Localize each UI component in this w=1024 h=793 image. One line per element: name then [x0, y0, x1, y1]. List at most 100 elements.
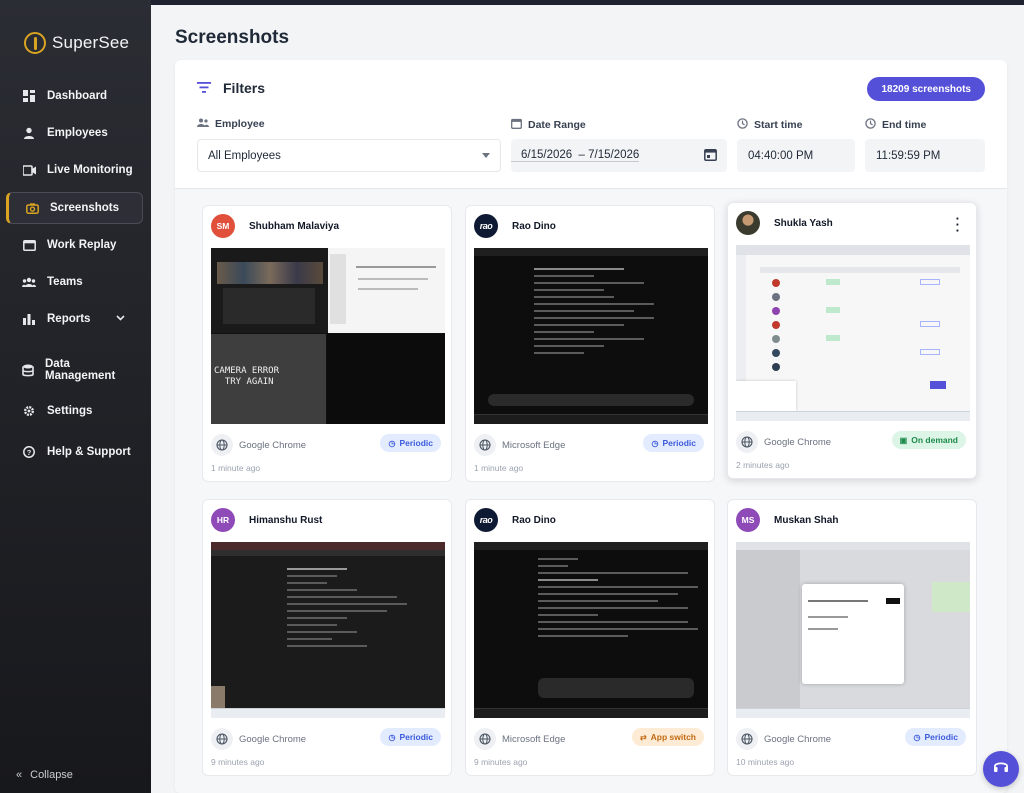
- camera-error-text: CAMERA ERROR TRY AGAIN: [214, 366, 280, 387]
- card-header: SM Shubham Malaviya: [211, 214, 339, 238]
- sidebar-item-teams[interactable]: Teams: [6, 266, 143, 298]
- screenshot-card[interactable]: SM Shubham Malaviya CAMERA ERROR TRY AGA…: [202, 205, 452, 482]
- help-icon: ?: [22, 445, 36, 459]
- collapse-label: Collapse: [30, 769, 73, 781]
- end-time-value: 11:59:59 PM: [876, 149, 941, 162]
- sidebar-item-dashboard[interactable]: Dashboard: [6, 80, 143, 112]
- brand-name: SuperSee: [52, 33, 130, 52]
- capture-type-badge: ▣ On demand: [891, 431, 966, 449]
- screenshot-thumbnail[interactable]: [736, 245, 970, 421]
- sidebar-item-label: Settings: [47, 405, 93, 417]
- avatar: rao: [474, 214, 498, 238]
- headset-icon: [993, 759, 1009, 780]
- swap-icon: ⇄: [639, 732, 647, 742]
- globe-icon: [474, 728, 496, 750]
- screenshot-thumbnail[interactable]: [474, 248, 708, 424]
- calendar-icon[interactable]: [704, 148, 717, 164]
- date-range-label: Date Range: [511, 118, 586, 132]
- browser-name: Google Chrome: [239, 440, 307, 451]
- avatar: rao: [474, 508, 498, 532]
- sidebar-item-data-management[interactable]: Data Management: [6, 350, 116, 390]
- filter-icon: [197, 80, 211, 96]
- capture-type-badge: ⇄ App switch: [631, 728, 704, 746]
- screenshot-card[interactable]: HR Himanshu Rust Google Chrome ◷ Periodic…: [202, 499, 452, 776]
- sidebar-item-settings[interactable]: Settings: [6, 395, 143, 427]
- brand-logo-icon: [24, 32, 46, 54]
- capture-type-label: Periodic: [399, 438, 433, 448]
- globe-icon: [211, 434, 233, 456]
- start-label-text: Start time: [754, 119, 803, 131]
- whiteboard-pane: [328, 248, 445, 333]
- sidebar-item-label: Employees: [47, 127, 108, 139]
- sidebar-item-work-replay[interactable]: Work Replay: [6, 229, 143, 261]
- screenshot-thumbnail[interactable]: [211, 542, 445, 718]
- screenshot-thumbnail[interactable]: [474, 542, 708, 718]
- bar-chart-icon: [22, 312, 36, 326]
- end-time-input[interactable]: 11:59:59 PM: [865, 139, 985, 172]
- timestamp: 9 minutes ago: [474, 757, 528, 767]
- capture-type-label: Periodic: [924, 732, 958, 742]
- database-icon: [22, 363, 34, 377]
- employee-name: Muskan Shah: [774, 514, 839, 526]
- employee-name: Shubham Malaviya: [249, 220, 340, 232]
- sidebar-item-label: Teams: [47, 276, 83, 288]
- more-options-icon[interactable]: · · ·: [956, 212, 960, 237]
- sidebar-item-screenshots[interactable]: Screenshots: [6, 192, 143, 224]
- camera-icon: ▣: [899, 435, 908, 445]
- sidebar-item-label: Dashboard: [47, 90, 108, 102]
- screenshot-card[interactable]: rao Rao Dino Microsoft Edge ⇄ App switch …: [465, 499, 715, 776]
- avatar: SM: [211, 214, 235, 238]
- calendar-icon: [511, 118, 522, 132]
- card-header: HR Himanshu Rust: [211, 508, 322, 532]
- screenshots-panel: Filters 18209 screenshots Employee All E…: [175, 60, 1007, 793]
- sidebar-item-label: Screenshots: [50, 202, 120, 214]
- screenshot-card[interactable]: MS Muskan Shah Google Chrome ◷ Periodic 1…: [727, 499, 977, 776]
- sidebar-item-label: Live Monitoring: [47, 164, 133, 176]
- employee-name: Rao Dino: [512, 220, 556, 232]
- double-chevron-left-icon: «: [16, 769, 23, 781]
- chevron-down-icon: [116, 312, 125, 324]
- sidebar-item-employees[interactable]: Employees: [6, 117, 143, 149]
- gear-icon: [22, 404, 36, 418]
- screenshot-card[interactable]: rao Rao Dino Microsoft Edge ◷ Periodic 1 …: [465, 205, 715, 482]
- timestamp: 2 minutes ago: [736, 460, 790, 470]
- sidebar-item-label: Data Management: [45, 358, 116, 382]
- screenshot-card[interactable]: Shukla Yash · · · Google Chrome ▣ On dem…: [727, 202, 977, 479]
- start-time-value: 04:40:00 PM: [748, 149, 814, 162]
- sidebar: SuperSee Dashboard Employees Live Monito…: [0, 0, 151, 793]
- page-title: Screenshots: [175, 27, 290, 48]
- employee-name: Rao Dino: [512, 514, 556, 526]
- card-header: MS Muskan Shah: [736, 508, 838, 532]
- capture-type-label: Periodic: [399, 732, 433, 742]
- sidebar-item-live-monitoring[interactable]: Live Monitoring: [6, 154, 143, 186]
- timestamp: 9 minutes ago: [211, 757, 265, 767]
- browser-name: Google Chrome: [764, 734, 832, 745]
- employee-select[interactable]: All Employees: [197, 139, 501, 172]
- svg-text:?: ?: [27, 448, 32, 457]
- screenshot-thumbnail[interactable]: CAMERA ERROR TRY AGAIN: [211, 248, 445, 424]
- browser-name: Microsoft Edge: [502, 440, 566, 451]
- video-tile: [223, 288, 315, 324]
- start-time-input[interactable]: 04:40:00 PM: [737, 139, 855, 172]
- timestamp: 10 minutes ago: [736, 757, 795, 767]
- blank-pane: [327, 334, 445, 424]
- avatar: [736, 211, 760, 235]
- camera-error-pane: CAMERA ERROR TRY AGAIN: [211, 334, 326, 424]
- collapse-button[interactable]: « Collapse: [16, 769, 73, 781]
- support-chat-button[interactable]: [983, 751, 1019, 787]
- screenshot-grid: SM Shubham Malaviya CAMERA ERROR TRY AGA…: [175, 189, 1007, 793]
- brand[interactable]: SuperSee: [24, 32, 129, 54]
- screenshot-thumbnail[interactable]: [736, 542, 970, 718]
- end-label-text: End time: [882, 119, 927, 131]
- sidebar-item-help-support[interactable]: ? Help & Support: [6, 436, 143, 468]
- video-call-pane: [211, 248, 328, 333]
- clock-icon: [737, 118, 748, 132]
- capture-type-badge: ◷ Periodic: [905, 728, 966, 746]
- globe-icon: [211, 728, 233, 750]
- date-range-input[interactable]: 6/15/2026 – 7/15/2026: [511, 139, 727, 172]
- sidebar-item-reports[interactable]: Reports: [6, 303, 143, 335]
- avatar: HR: [211, 508, 235, 532]
- capture-type-label: Periodic: [662, 438, 696, 448]
- browser-name: Google Chrome: [764, 437, 832, 448]
- screenshot-count-badge: 18209 screenshots: [867, 77, 985, 101]
